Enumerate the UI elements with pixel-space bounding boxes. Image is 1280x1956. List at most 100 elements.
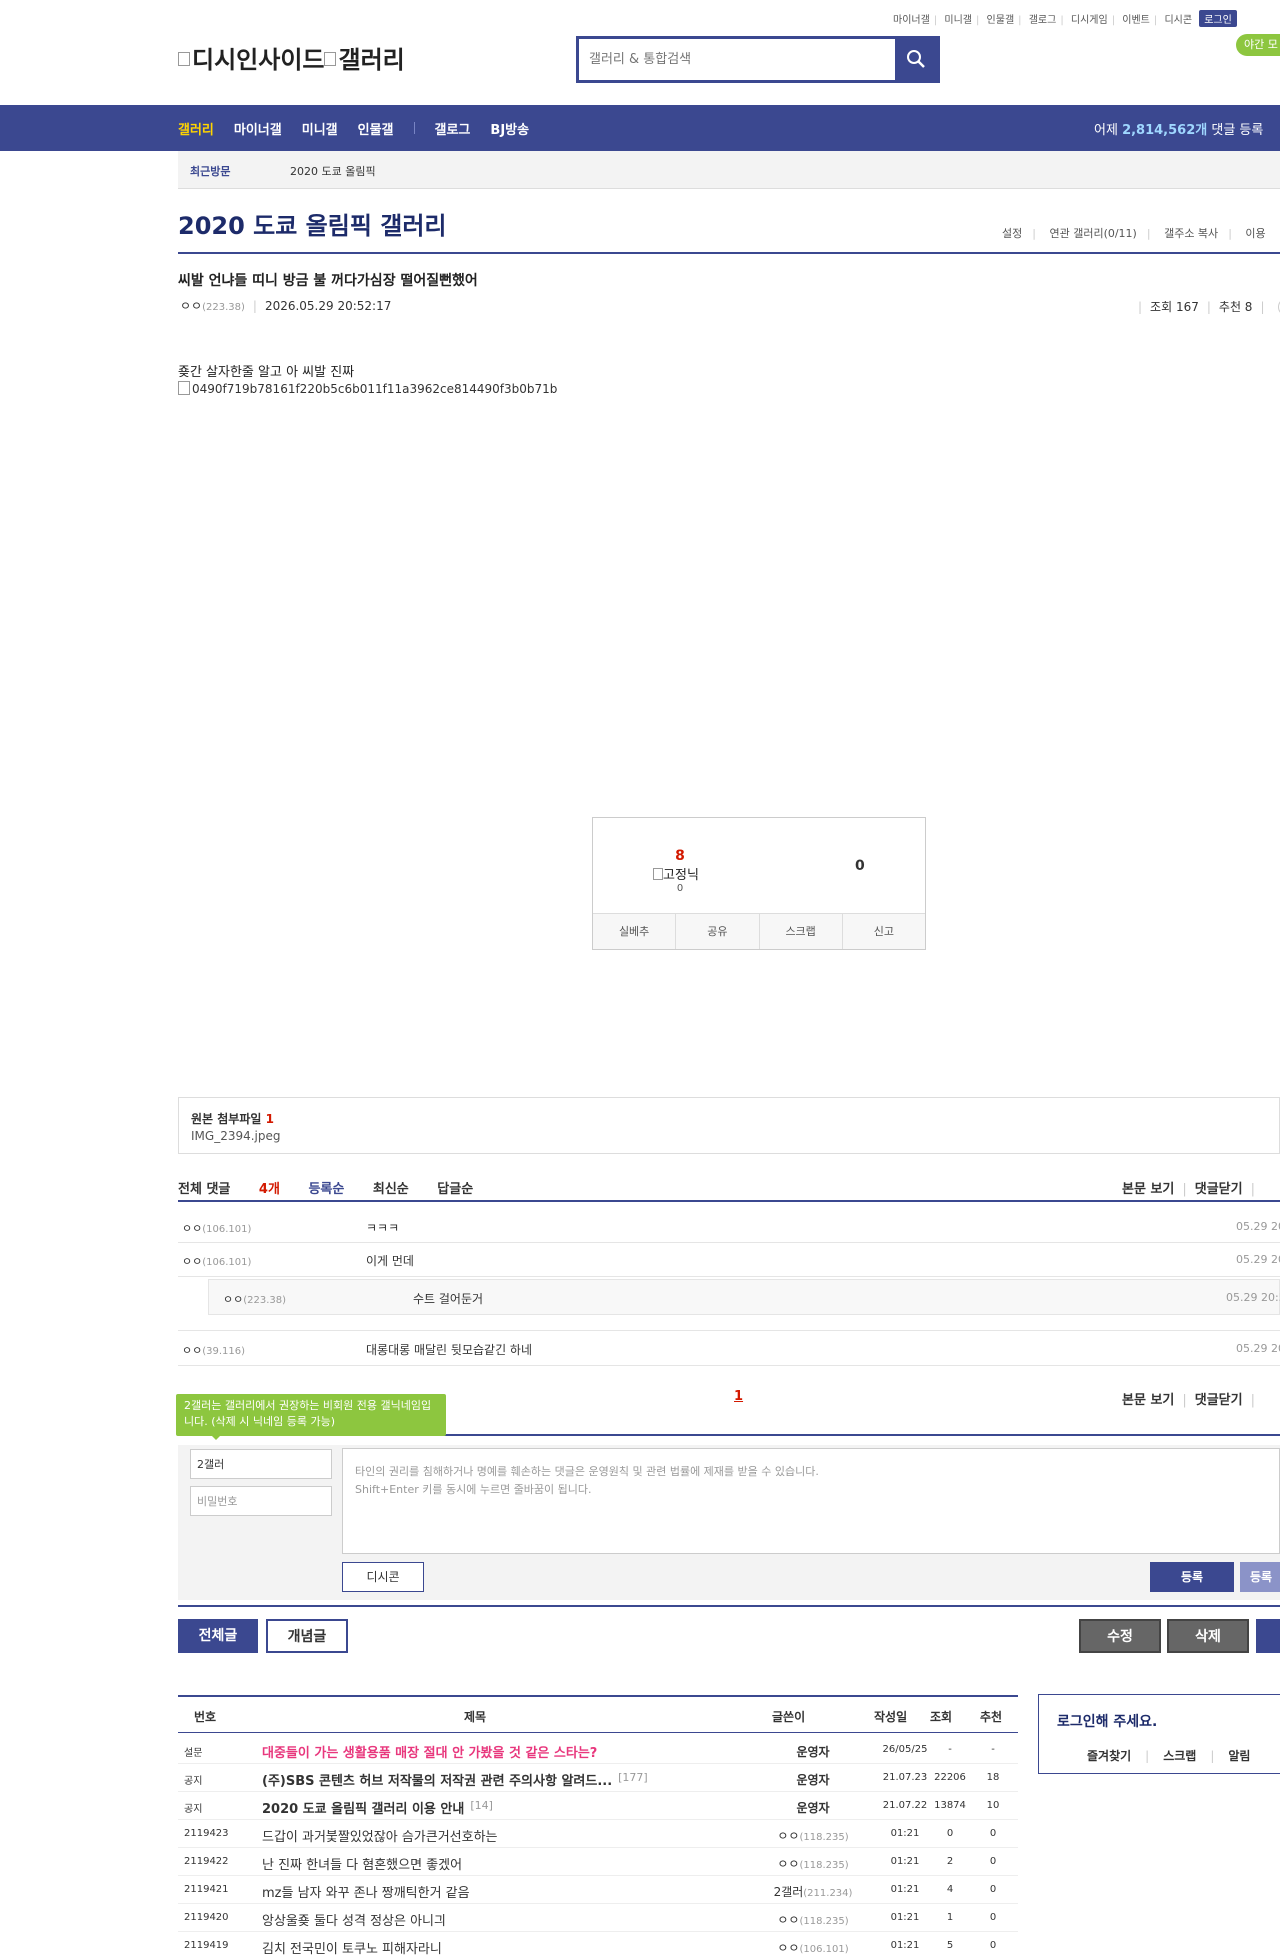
post-number: 공지 — [184, 1804, 203, 1815]
sort-latest[interactable]: 최신순 — [373, 1182, 409, 1197]
gallery-settings[interactable]: 설정 — [1002, 227, 1022, 240]
post-list-row[interactable]: 2119421 mz들 남자 와꾸 존나 짱깨틱한거 같음 2갤러(211.234)… — [178, 1876, 1018, 1904]
dccon-button[interactable]: 디시콘 — [342, 1562, 424, 1592]
comment-page-1[interactable]: 1 — [734, 1389, 743, 1404]
comment-textarea[interactable]: 타인의 권리를 침해하거나 명예를 훼손하는 댓글은 운영원칙 및 관련 법률에… — [342, 1448, 1280, 1554]
top-link-person[interactable]: 인물갤 — [987, 15, 1015, 26]
post-list-row[interactable]: 2119422 난 진짜 한녀들 다 혐혼했으면 좋겠어 ㅇㅇ(118.235) 01… — [178, 1848, 1018, 1876]
post-list-title[interactable]: 드갑이 과거붗짤있었잖아 슴가큰거선호하는 — [262, 1826, 498, 1845]
post-writer[interactable]: 운영자 — [796, 1799, 829, 1816]
post-title: 씨발 언냐들 띠니 방금 불 꺼다가심장 떨어질뻔했어 — [178, 273, 478, 289]
favorites-link[interactable]: 즐겨찾기 — [1087, 1749, 1131, 1763]
submit-comment-button[interactable]: 등록 — [1150, 1562, 1234, 1592]
post-list-row[interactable]: 2119423 드갑이 과거붗짤있었잖아 슴가큰거선호하는 ㅇㅇ(118.235) 0… — [178, 1820, 1018, 1848]
sort-registered[interactable]: 등록순 — [308, 1182, 344, 1197]
delete-button[interactable]: 삭제 — [1167, 1619, 1249, 1653]
close-comments-button[interactable]: 댓글닫기 — [1195, 1393, 1243, 1408]
downvote-count[interactable]: 0 — [855, 858, 865, 874]
comment-row: ㅇㅇ(106.101) 이게 먼데 05.29 20 — [178, 1243, 1280, 1277]
scrap-link[interactable]: 스크랩 — [1163, 1749, 1196, 1763]
nav-person[interactable]: 인물갤 — [358, 119, 394, 138]
share-button[interactable]: 공유 — [676, 914, 760, 949]
site-logo[interactable]: 디시인사이드 갤러리 — [178, 40, 405, 75]
view-body-button[interactable]: 본문 보기 — [1122, 1182, 1174, 1197]
post-list-title[interactable]: 앙상울죶 둘다 성격 정상은 아니긔 — [262, 1910, 446, 1929]
comment-nick[interactable]: ㅇㅇ(39.116) — [182, 1342, 245, 1358]
nav-minor[interactable]: 마이너갤 — [234, 119, 282, 138]
night-mode-toggle[interactable]: 야간 모 — [1236, 34, 1280, 56]
view-body-button[interactable]: 본문 보기 — [1122, 1393, 1174, 1408]
post-list-row[interactable]: 2119419 김치 전국민이 토쿠노 피해자라니 ㅇㅇ(106.101) 01:21… — [178, 1932, 1018, 1956]
nav-bj[interactable]: BJ방송 — [490, 119, 529, 138]
top-link-minor[interactable]: 마이너갤 — [893, 15, 930, 26]
nav-mini[interactable]: 미니갤 — [302, 119, 338, 138]
top-link-mini[interactable]: 미니갤 — [944, 15, 972, 26]
post-list-title[interactable]: 난 진짜 한녀들 다 혐혼했으면 좋겠어 — [262, 1854, 462, 1873]
recommend-area[interactable]: 8 고정닉 0 — [653, 848, 705, 894]
comment-nick[interactable]: ㅇㅇ(106.101) — [182, 1253, 251, 1269]
search-button[interactable] — [895, 39, 937, 80]
post-comment-count[interactable]: [14] — [470, 1799, 493, 1812]
post-writer[interactable]: ㅇㅇ(106.101) — [777, 1939, 848, 1956]
post-list-row[interactable]: 2119420 앙상울죶 둘다 성격 정상은 아니긔 ㅇㅇ(118.235) 01:2… — [178, 1904, 1018, 1932]
post-list-title[interactable]: 대중들이 가는 생활용품 매장 절대 안 가봤을 것 같은 스타는? — [262, 1742, 597, 1761]
post-list-title[interactable]: mz들 남자 와꾸 존나 짱깨틱한거 같음 — [262, 1882, 470, 1901]
post-list-title[interactable]: (주)SBS 콘텐츠 허브 저작물의 저작권 관련 주의사항 알려드... — [262, 1770, 612, 1789]
recent-item[interactable]: 2020 도쿄 올림픽 — [290, 163, 376, 179]
post-list-title[interactable]: 2020 도쿄 올림픽 갤러리 이용 안내 — [262, 1798, 464, 1817]
nav-gallog[interactable]: 갤로그 — [435, 119, 471, 138]
top-link-event[interactable]: 이벤트 — [1122, 15, 1150, 26]
search-box — [576, 36, 940, 83]
concept-posts-button[interactable]: 개념글 — [266, 1619, 348, 1653]
post-list-title[interactable]: 김치 전국민이 토쿠노 피해자라니 — [262, 1938, 442, 1956]
post-writer[interactable]: 운영자 — [796, 1743, 829, 1760]
nick-input[interactable]: 2갤러 — [190, 1449, 332, 1479]
top-link-dcgame[interactable]: 디시게임 — [1071, 15, 1108, 26]
best-button[interactable]: 실베추 — [593, 914, 677, 949]
top-link-dccon[interactable]: 디시콘 — [1164, 15, 1192, 26]
post-list-row[interactable]: 공지 (주)SBS 콘텐츠 허브 저작물의 저작권 관련 주의사항 알려드... [… — [178, 1764, 1018, 1792]
col-recommend: 추천 — [980, 1710, 1003, 1724]
login-button[interactable]: 로그인 — [1199, 10, 1237, 27]
recommend-count: 8 — [675, 848, 685, 864]
post-comment-count[interactable]: [177] — [618, 1771, 648, 1784]
comment-nick[interactable]: ㅇㅇ(223.38) — [223, 1291, 286, 1307]
all-posts-button[interactable]: 전체글 — [178, 1619, 258, 1653]
post-list-row[interactable]: 공지 2020 도쿄 올림픽 갤러리 이용 안내 [14] 운영자 21.07.22 13… — [178, 1792, 1018, 1820]
post-writer-nick: ㅇㅇ — [777, 1941, 800, 1955]
post-writer-ip: (211.234) — [803, 1888, 853, 1899]
post-number: 설문 — [184, 1748, 203, 1759]
search-input[interactable] — [579, 39, 895, 80]
post-author[interactable]: ㅇㅇ — [180, 299, 202, 313]
write-button[interactable] — [1256, 1619, 1280, 1653]
main-nav: 갤러리 마이너갤 미니갤 인물갤 갤로그 BJ방송 어제 2,814,562개 … — [0, 105, 1280, 151]
gallery-title[interactable]: 2020 도쿄 올림픽 갤러리 — [178, 206, 447, 241]
edit-button[interactable]: 수정 — [1079, 1619, 1161, 1653]
post-writer-ip: (118.235) — [799, 1916, 849, 1927]
gallery-usage[interactable]: 이용 — [1245, 227, 1265, 240]
post-writer[interactable]: ㅇㅇ(118.235) — [777, 1855, 848, 1872]
post-writer[interactable]: ㅇㅇ(118.235) — [777, 1911, 848, 1928]
post-image-alt: 0490f719b78161f220b5c6b011f11a3962ce8144… — [192, 382, 558, 396]
login-prompt[interactable]: 로그인해 주세요. — [1057, 1711, 1157, 1731]
copy-gallery-url[interactable]: 갤주소 복사 — [1164, 227, 1218, 240]
close-comments-button[interactable]: 댓글닫기 — [1195, 1182, 1243, 1197]
top-link-gallog[interactable]: 갤로그 — [1029, 15, 1057, 26]
password-input[interactable]: 비밀번호 — [190, 1486, 332, 1516]
report-button[interactable]: 신고 — [843, 914, 925, 949]
post-writer[interactable]: ㅇㅇ(118.235) — [777, 1827, 848, 1844]
attachment-file[interactable]: IMG_2394.jpeg — [191, 1129, 281, 1143]
notification-link[interactable]: 알림 — [1228, 1749, 1250, 1763]
scrap-button[interactable]: 스크랩 — [760, 914, 843, 949]
related-galleries[interactable]: 연관 갤러리(0/11) — [1049, 227, 1136, 240]
col-views: 조회 — [930, 1710, 953, 1724]
post-writer[interactable]: 운영자 — [796, 1771, 829, 1788]
post-list-row[interactable]: 설문 대중들이 가는 생활용품 매장 절대 안 가봤을 것 같은 스타는? 운영자 2… — [178, 1736, 1018, 1764]
search-icon — [907, 50, 925, 68]
post-writer[interactable]: 2갤러(211.234) — [774, 1883, 853, 1900]
nav-gallery[interactable]: 갤러리 — [178, 119, 214, 138]
comment-nick[interactable]: ㅇㅇ(106.101) — [182, 1220, 251, 1236]
sort-replies[interactable]: 답글순 — [437, 1182, 473, 1197]
submit-recommend-button[interactable]: 등록 — [1240, 1562, 1280, 1592]
comment-date: 05.29 20 — [1236, 1253, 1280, 1266]
